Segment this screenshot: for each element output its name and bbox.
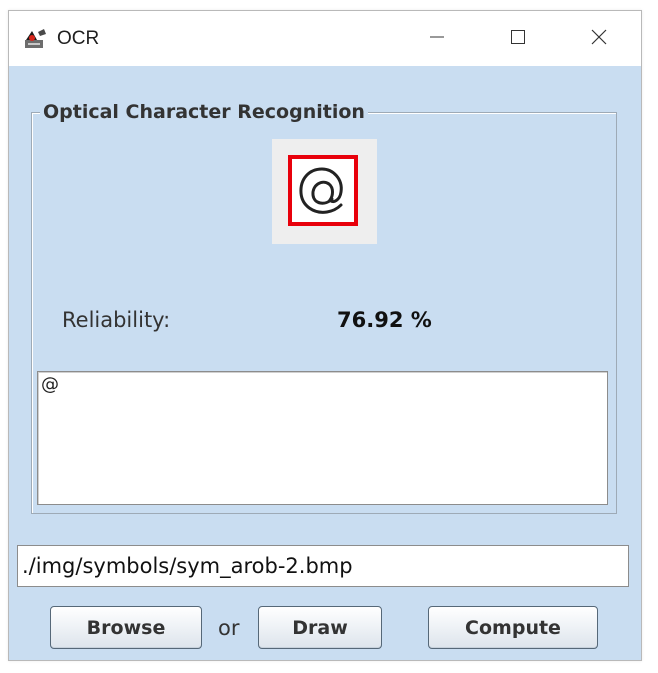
window-title: OCR (57, 28, 100, 49)
close-icon (591, 29, 607, 49)
recognized-text: @ (41, 374, 59, 395)
recognition-selection-box (288, 155, 358, 226)
ocr-window: OCR Optical Character Recognition Reliab… (8, 10, 642, 661)
minimize-icon (429, 29, 445, 49)
close-button[interactable] (559, 11, 639, 66)
minimize-button[interactable] (397, 11, 477, 66)
or-label: or (218, 616, 240, 640)
maximize-button[interactable] (478, 11, 558, 66)
group-title: Optical Character Recognition (40, 101, 368, 123)
java-duke-icon (24, 28, 48, 50)
compute-button[interactable]: Compute (428, 606, 598, 649)
at-symbol-image (299, 167, 343, 214)
file-path-input[interactable] (17, 545, 629, 587)
reliability-value: 76.92 % (337, 308, 432, 332)
maximize-icon (510, 29, 526, 49)
draw-button[interactable]: Draw (258, 606, 382, 649)
recognized-text-area[interactable]: @ (37, 371, 608, 505)
title-bar[interactable]: OCR (9, 11, 641, 66)
reliability-label: Reliability: (62, 308, 171, 332)
browse-button[interactable]: Browse (50, 606, 202, 649)
symbol-preview (272, 139, 377, 244)
